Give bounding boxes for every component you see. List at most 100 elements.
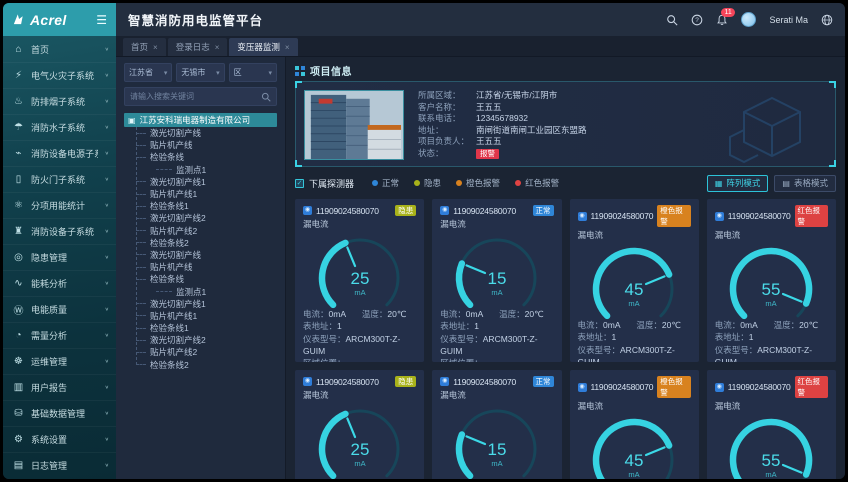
sidebar-menu-item[interactable]: ☸ 运维管理 ∨ <box>3 348 116 374</box>
sidebar-menu-item[interactable]: ☂ 消防水子系统 ∨ <box>3 114 116 140</box>
user-name[interactable]: Serati Ma <box>769 15 808 25</box>
close-icon[interactable]: × <box>153 43 158 52</box>
sidebar-item-label: 需量分析 <box>31 329 98 342</box>
status-badge: 正常 <box>533 376 554 387</box>
field-label: 联系电话： <box>418 113 476 125</box>
sidebar-menu-item[interactable]: ∿ 能耗分析 ∨ <box>3 270 116 296</box>
detector-card[interactable]: ◉ 11909024580070 隐患 漏电流 25mA 电流：0mA 温度：2… <box>295 370 424 479</box>
detector-card[interactable]: ◉ 11909024580070 隐患 漏电流 25mA 电流：0mA 温度：2… <box>295 199 424 362</box>
sidebar-menu-item[interactable]: ▯ 防火门子系统 ∨ <box>3 166 116 192</box>
sidebar-menu-item[interactable]: Ⓦ 电能质量 ∨ <box>3 296 116 322</box>
close-icon[interactable]: × <box>285 43 290 52</box>
sidebar-menu-item[interactable]: ▤ 日志管理 ∨ <box>3 452 116 478</box>
tree-item[interactable]: 贴片机产线2 <box>136 346 277 358</box>
notifications[interactable]: 11 <box>716 14 728 26</box>
detector-card[interactable]: ◉ 11909024580070 红色报警 漏电流 55mA 电流：0mA 温度… <box>707 370 836 479</box>
detector-card[interactable]: ◉ 11909024580070 橙色报警 漏电流 45mA 电流：0mA 温度… <box>570 370 699 479</box>
avatar[interactable] <box>741 12 756 27</box>
tree-item[interactable]: 激光切割产线1 <box>136 298 277 310</box>
tab-label: 变压器监测 <box>237 41 280 53</box>
tree-item[interactable]: 激光切割产线2 <box>136 212 277 224</box>
tree-item[interactable]: 激光切割产线 <box>136 127 277 139</box>
project-field: 地址： 南闸街道南闸工业园区东盟路 <box>418 125 587 137</box>
tree-item[interactable]: 贴片机产线1 <box>136 310 277 322</box>
card-header: ◉ 11909024580070 隐患 <box>303 376 416 387</box>
detector-card[interactable]: ◉ 11909024580070 正常 漏电流 15mA 电流：0mA 温度：2… <box>432 199 561 362</box>
province-select[interactable]: 江苏省▾ <box>124 63 172 82</box>
address-field: 表地址：1 <box>578 331 691 343</box>
tree-item[interactable]: 贴片机产线2 <box>136 225 277 237</box>
tree-item[interactable]: 检验条线2 <box>136 359 277 371</box>
sidebar-menu: ⌂ 首页 ∨ ⚡ 电气火灾子系统 ∨ ♨ 防排烟子系统 ∨ ☂ 消防水子系统 ∨… <box>3 36 116 479</box>
tree-item[interactable]: 激光切割产线2 <box>136 334 277 346</box>
tree-item[interactable]: 检验条线1 <box>136 322 277 334</box>
leakage-gauge: 55mA <box>715 410 827 479</box>
tree-item-label: 贴片机产线1 <box>150 310 197 322</box>
search-icon[interactable] <box>666 14 678 26</box>
sidebar-menu-item[interactable]: ♜ 消防设备子系统 ∨ <box>3 218 116 244</box>
fire-water-icon: ☂ <box>13 122 24 133</box>
svg-text:mA: mA <box>491 288 502 297</box>
tree-item[interactable]: 检验条线2 <box>136 237 277 249</box>
search-icon[interactable] <box>261 92 271 102</box>
sidebar-menu-item[interactable]: ▥ 用户报告 ∨ <box>3 374 116 400</box>
sidebar-menu-item[interactable]: ⚛ 分项用能统计 ∨ <box>3 192 116 218</box>
sidebar-menu-item[interactable]: ♨ 防排烟子系统 ∨ <box>3 88 116 114</box>
field-label: 地址： <box>418 125 476 137</box>
tree-item[interactable]: 贴片机产线1 <box>136 188 277 200</box>
detector-card[interactable]: ◉ 11909024580070 正常 漏电流 15mA 电流：0mA 温度：2… <box>432 370 561 479</box>
tab[interactable]: 首页 × <box>123 38 166 56</box>
sidebar-menu-item[interactable]: ⚡ 电气火灾子系统 ∨ <box>3 62 116 88</box>
mode-button[interactable]: ▦ 阵列模式 <box>707 175 769 192</box>
alarm-status-badge: 报警 <box>476 149 499 159</box>
hamburger-menu-icon[interactable]: ☰ <box>96 13 107 27</box>
chevron-down-icon: ∨ <box>105 125 109 131</box>
corner-decor <box>829 81 836 88</box>
tree-item[interactable]: 贴片机产线 <box>136 139 277 151</box>
sidebar-menu-item[interactable]: ◎ 隐患管理 ∨ <box>3 244 116 270</box>
status-dot <box>515 180 521 186</box>
tree-item[interactable]: 检验条线 <box>136 273 277 285</box>
tree-item-label: 激光切割产线1 <box>150 298 206 310</box>
project-field: 所属区域： 江苏省/无锡市/江阴市 <box>418 90 587 102</box>
city-select[interactable]: 无锡市▾ <box>176 63 224 82</box>
chevron-down-icon: ∨ <box>105 203 109 209</box>
tree-item[interactable]: 检验条线1 <box>136 200 277 212</box>
mode-button-label: 阵列模式 <box>726 177 760 189</box>
status-badge: 正常 <box>533 205 554 216</box>
device-icon: ◉ <box>578 212 587 221</box>
tree-item[interactable]: 监测点1 <box>136 164 277 176</box>
checkbox-icon[interactable]: ✓ <box>295 179 304 188</box>
project-field: 项目负责人： 王五五 <box>418 136 587 148</box>
sidebar-menu-item[interactable]: ⛁ 基础数据管理 ∨ <box>3 400 116 426</box>
mode-button[interactable]: ▤ 表格模式 <box>774 175 836 192</box>
detector-card[interactable]: ◉ 11909024580070 橙色报警 漏电流 45mA 电流：0mA 温度… <box>570 199 699 362</box>
device-serial: 11909024580070 <box>453 206 516 216</box>
sidebar-item-label: 消防设备电源子系统 <box>31 147 98 160</box>
tree-item[interactable]: 激光切割产线 <box>136 249 277 261</box>
main-content: 项目信息 所属区域： 江苏省/无锡市/江阴市 客户名称： 王五五 联系电话： <box>286 57 845 479</box>
search-input[interactable] <box>130 92 261 101</box>
sidebar-menu-item[interactable]: ⌁ 消防设备电源子系统 ∨ <box>3 140 116 166</box>
help-icon[interactable]: ? <box>691 14 703 26</box>
tree-children: 激光切割产线 贴片机产线 检验条线 监测点1 激光切割产线1 贴片机产线1 检验… <box>135 127 277 371</box>
globe-icon[interactable] <box>821 14 833 26</box>
card-details: 电流：0mA 温度：20℃ 表地址：1 仪表型号：ARCM300T-Z-GUIM… <box>578 319 691 362</box>
sidebar-menu-item[interactable]: ⚙ 系统设置 ∨ <box>3 426 116 452</box>
chevron-down-icon: ∨ <box>105 333 109 339</box>
sidebar-menu-item[interactable]: ◔ 需量分析 ∨ <box>3 322 116 348</box>
district-select[interactable]: 区▾ <box>229 63 277 82</box>
detector-card[interactable]: ◉ 11909024580070 红色报警 漏电流 55mA 电流：0mA 温度… <box>707 199 836 362</box>
tree-item[interactable]: 检验条线 <box>136 151 277 163</box>
close-icon[interactable]: × <box>215 43 220 52</box>
tree-item[interactable]: 贴片机产线 <box>136 261 277 273</box>
tree-item[interactable]: 监测点1 <box>136 285 277 297</box>
field-value: 报警 <box>476 148 499 160</box>
tab-label: 登录日志 <box>176 41 210 53</box>
tab[interactable]: 变压器监测 × <box>229 38 297 56</box>
sidebar-menu-item[interactable]: ⌂ 首页 ∨ <box>3 36 116 62</box>
tab[interactable]: 登录日志 × <box>168 38 228 56</box>
field-value: 南闸街道南闸工业园区东盟路 <box>476 125 587 137</box>
tree-root-company[interactable]: ▣ 江苏安科瑞电器制造有限公司 <box>124 113 277 127</box>
tree-item[interactable]: 激光切割产线1 <box>136 176 277 188</box>
